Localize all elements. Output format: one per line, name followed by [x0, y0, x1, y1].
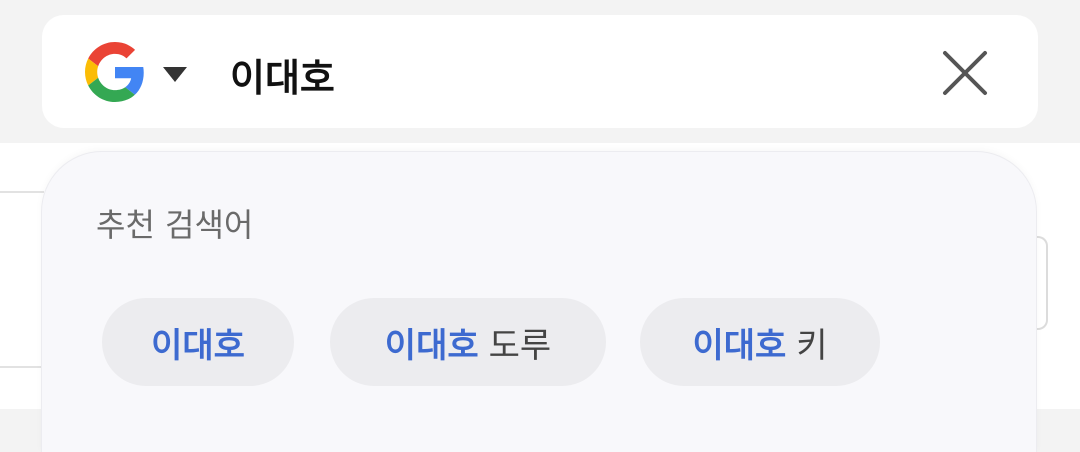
background-divider [0, 366, 44, 368]
suggestion-highlight: 이대호 [692, 325, 787, 366]
suggestions-panel: 추천 검색어 이대호 이대호 도루 이대호 키 [42, 152, 1036, 452]
search-bar[interactable]: 이대호 [42, 15, 1038, 128]
suggestion-chip[interactable]: 이대호 [102, 298, 294, 386]
google-g-icon[interactable] [85, 42, 145, 102]
caret-down-icon[interactable] [163, 67, 187, 82]
suggestion-rest: 도루 [488, 325, 552, 366]
suggestion-chip[interactable]: 이대호 키 [640, 298, 880, 386]
background-divider [0, 191, 44, 193]
suggestion-rest: 키 [796, 325, 828, 366]
suggestion-chip[interactable]: 이대호 도루 [330, 298, 606, 386]
close-icon[interactable] [940, 48, 990, 98]
search-query[interactable]: 이대호 [230, 47, 335, 102]
suggestion-highlight: 이대호 [151, 325, 245, 366]
suggestion-highlight: 이대호 [384, 325, 479, 366]
suggestions-title: 추천 검색어 [96, 206, 254, 244]
